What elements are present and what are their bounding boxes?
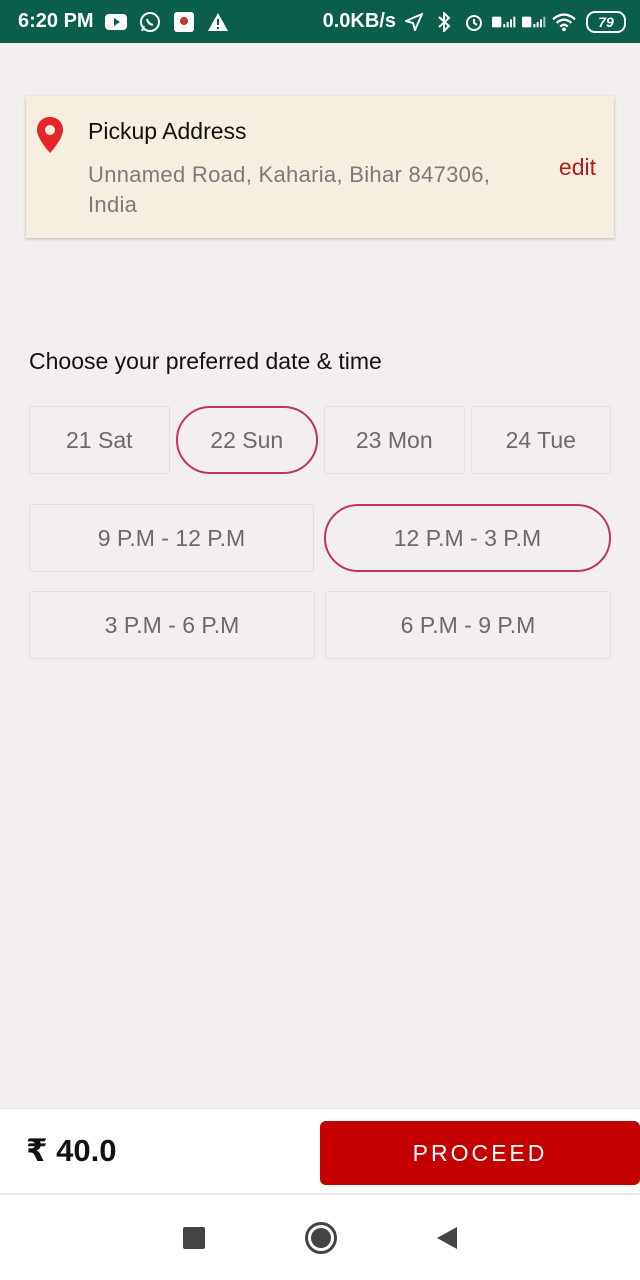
pickup-address-card: Pickup Address Unnamed Road, Kaharia, Bi… [26, 96, 614, 238]
edit-address-link[interactable]: edit [559, 154, 596, 181]
battery-icon: 79 [586, 10, 626, 33]
whatsapp-icon [138, 11, 162, 33]
youtube-icon [104, 11, 128, 33]
wifi-icon [552, 11, 576, 33]
status-time: 6:20 PM [18, 10, 94, 32]
bluetooth-icon [432, 11, 456, 33]
location-pin-icon [36, 116, 64, 154]
back-icon[interactable] [437, 1226, 457, 1249]
time-slot-chip[interactable]: 6 P.M - 9 P.M [325, 591, 611, 659]
location-arrow-icon [402, 11, 426, 33]
date-chip[interactable]: 21 Sat [29, 406, 170, 474]
time-slot-chip[interactable]: 9 P.M - 12 P.M [29, 504, 314, 572]
time-slot-chip[interactable]: 3 P.M - 6 P.M [29, 591, 315, 659]
date-selector: 21 Sat 22 Sun 23 Mon 24 Tue [29, 406, 611, 474]
pickup-address-title: Pickup Address [88, 118, 247, 144]
status-bar: 6:20 PM 0.0KB/s 79 [0, 0, 640, 43]
recents-icon[interactable] [183, 1226, 205, 1249]
date-chip[interactable]: 23 Mon [324, 406, 465, 474]
volte-signal-icon-2 [522, 11, 546, 33]
pickup-address-text: Unnamed Road, Kaharia, Bihar 847306, Ind… [88, 162, 491, 217]
time-slot-row: 9 P.M - 12 P.M 12 P.M - 3 P.M [29, 504, 611, 572]
checkout-bar: ₹ 40.0 PROCEED [0, 1108, 640, 1194]
network-speed: 0.0KB/s [322, 10, 396, 32]
date-time-heading: Choose your preferred date & time [29, 348, 382, 374]
total-price: ₹ 40.0 [26, 1133, 117, 1168]
home-icon[interactable] [305, 1221, 337, 1254]
time-slot-row: 3 P.M - 6 P.M 6 P.M - 9 P.M [29, 591, 611, 659]
warning-icon [206, 11, 230, 33]
date-chip-selected[interactable]: 22 Sun [175, 406, 318, 474]
volte-signal-icon-1 [492, 11, 516, 33]
proceed-button[interactable]: PROCEED [320, 1121, 640, 1185]
system-nav-bar [0, 1195, 640, 1280]
date-chip[interactable]: 24 Tue [470, 406, 611, 474]
alarm-icon [462, 11, 486, 33]
time-slot-chip-selected[interactable]: 12 P.M - 3 P.M [324, 504, 611, 572]
app-notification-icon [172, 11, 196, 33]
screen: 6:20 PM 0.0KB/s 79 Pickup Address Unname… [0, 0, 640, 1280]
